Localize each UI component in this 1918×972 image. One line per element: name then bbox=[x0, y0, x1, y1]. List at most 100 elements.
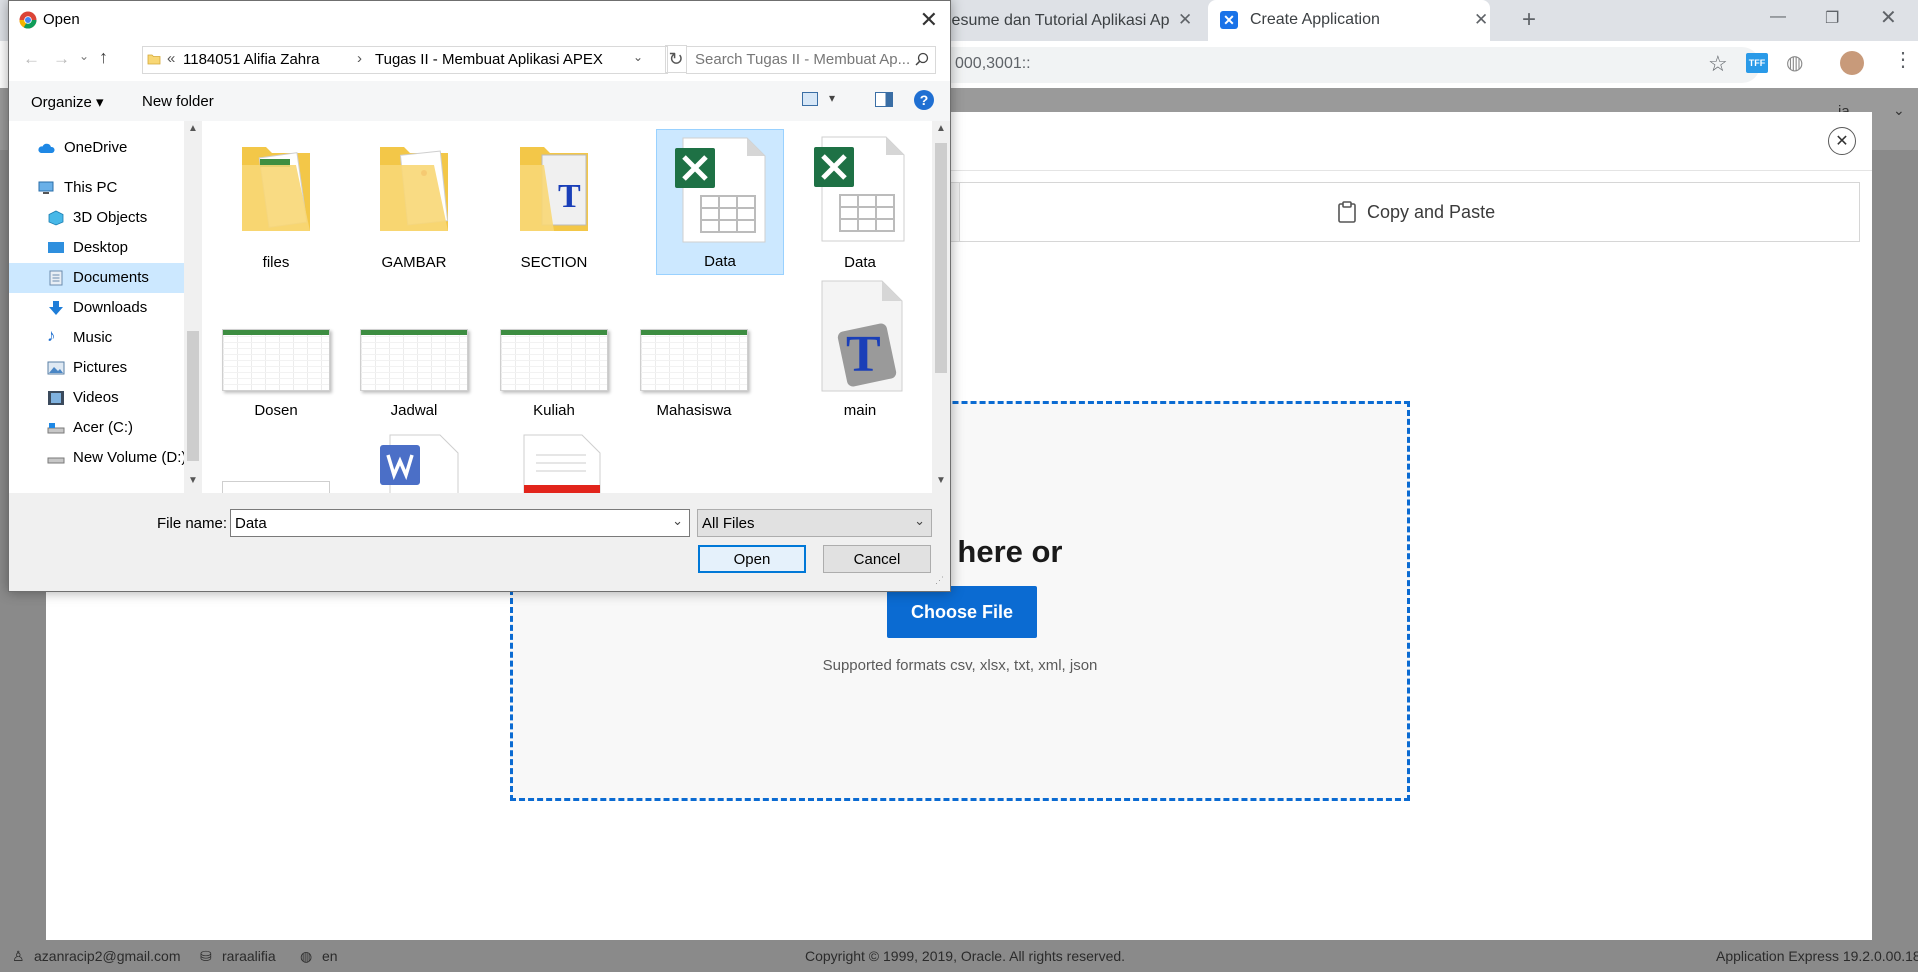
file-item-folder[interactable]: GAMBAR bbox=[350, 129, 478, 275]
close-icon[interactable]: ✕ bbox=[1178, 10, 1192, 30]
nav-item-music[interactable]: ♪ Music bbox=[9, 323, 184, 353]
folder-icon bbox=[380, 147, 449, 231]
browser-tab-resume[interactable]: Resume dan Tutorial Aplikasi Ape ✕ bbox=[940, 0, 1208, 41]
refresh-icon[interactable]: ↻ bbox=[665, 45, 687, 73]
nav-item-this-pc[interactable]: This PC bbox=[9, 173, 184, 203]
breadcrumb-parent[interactable]: 1184051 Alifia Zahra bbox=[183, 51, 320, 68]
star-icon[interactable]: ☆ bbox=[1708, 51, 1728, 77]
chevron-down-icon[interactable]: ⌄ bbox=[633, 50, 643, 64]
nav-label: This PC bbox=[64, 179, 118, 196]
dialog-footer: File name: Data ⌄ All Files ⌄ Open Cance… bbox=[9, 493, 950, 591]
minimize-icon[interactable]: — bbox=[1770, 8, 1786, 26]
nav-item-desktop[interactable]: Desktop bbox=[9, 233, 184, 263]
nav-label: Music bbox=[73, 329, 113, 346]
spreadsheet-thumbnail-icon bbox=[640, 329, 748, 391]
download-icon bbox=[49, 301, 63, 315]
scroll-up-icon[interactable]: ▲ bbox=[188, 123, 198, 134]
view-options-icon[interactable] bbox=[802, 92, 818, 106]
tab-copy-and-paste[interactable]: Copy and Paste bbox=[1337, 201, 1495, 223]
file-name-input[interactable]: Data ⌄ bbox=[230, 509, 690, 537]
up-arrow-icon[interactable]: ↑ bbox=[99, 47, 108, 68]
chevron-down-icon[interactable]: ▾ bbox=[829, 91, 835, 105]
search-placeholder: Search Tugas II - Membuat Ap... bbox=[695, 51, 911, 68]
search-icon bbox=[915, 52, 929, 66]
organize-label: Organize bbox=[31, 94, 92, 111]
file-name-value: Data bbox=[235, 515, 267, 532]
chevron-down-icon[interactable]: ⌄ bbox=[79, 49, 89, 63]
svg-text:T: T bbox=[846, 326, 881, 383]
nav-item-documents[interactable]: Documents bbox=[9, 263, 184, 293]
file-type-select[interactable]: All Files ⌄ bbox=[697, 509, 932, 537]
profile-avatar[interactable] bbox=[1840, 51, 1864, 75]
close-tab-icon[interactable]: ✕ bbox=[1474, 10, 1488, 30]
scrollbar-thumb[interactable] bbox=[187, 331, 199, 461]
file-list: files GAMBAR T SECTION Data Data Dosen J… bbox=[202, 121, 937, 493]
tab-label: Copy and Paste bbox=[1367, 201, 1496, 222]
file-item-spreadsheet[interactable]: Dosen bbox=[212, 277, 340, 423]
breadcrumb-current[interactable]: Tugas II - Membuat Aplikasi APEX bbox=[375, 51, 603, 68]
word-file-icon[interactable] bbox=[378, 433, 462, 493]
help-icon[interactable]: ? bbox=[914, 90, 934, 110]
nav-item-videos[interactable]: Videos bbox=[9, 383, 184, 413]
nav-item-acer-c[interactable]: Acer (C:) bbox=[9, 413, 184, 443]
file-item-folder[interactable]: T SECTION bbox=[490, 129, 618, 275]
file-item-excel[interactable]: Data bbox=[796, 129, 924, 275]
search-input[interactable]: Search Tugas II - Membuat Ap... bbox=[686, 46, 936, 74]
chrome-logo-icon bbox=[19, 11, 37, 29]
close-button[interactable]: ✕ bbox=[1828, 127, 1856, 155]
close-icon[interactable]: ✕ bbox=[920, 7, 938, 33]
spreadsheet-thumbnail-icon[interactable] bbox=[222, 481, 330, 493]
breadcrumb-overflow[interactable]: « bbox=[167, 50, 175, 67]
file-item-spreadsheet[interactable]: Mahasiswa bbox=[630, 277, 758, 423]
back-arrow-icon[interactable]: ← bbox=[23, 49, 40, 69]
close-window-icon[interactable]: ✕ bbox=[1880, 5, 1897, 30]
nav-item-3d-objects[interactable]: 3D Objects bbox=[9, 203, 184, 233]
cancel-button[interactable]: Cancel bbox=[823, 545, 931, 573]
scroll-down-icon[interactable]: ▼ bbox=[936, 475, 946, 486]
footer-version: Application Express 19.2.0.00.18 bbox=[1716, 948, 1918, 964]
preview-pane-icon[interactable] bbox=[875, 92, 893, 107]
chevron-down-icon[interactable]: ⌄ bbox=[1893, 102, 1905, 119]
file-name: Dosen bbox=[254, 402, 298, 419]
apex-favicon-icon: ✕ bbox=[1220, 11, 1238, 29]
address-text: 000,3001:: bbox=[955, 55, 1031, 72]
file-item-excel-selected[interactable]: Data bbox=[656, 129, 784, 275]
new-tab-icon[interactable]: + bbox=[1522, 6, 1536, 34]
organize-button[interactable]: Organize ▾ bbox=[31, 93, 104, 111]
choose-file-button[interactable]: Choose File bbox=[887, 586, 1037, 638]
menu-dots-icon[interactable]: ⋮ bbox=[1893, 47, 1913, 72]
open-button[interactable]: Open bbox=[698, 545, 806, 573]
resize-grip-icon[interactable]: ⋰ bbox=[935, 575, 944, 586]
scroll-down-icon[interactable]: ▼ bbox=[188, 475, 198, 486]
scrollbar-thumb[interactable] bbox=[935, 143, 947, 373]
file-list-scrollbar[interactable]: ▲ ▼ bbox=[932, 121, 950, 493]
restore-icon[interactable]: ❐ bbox=[1825, 8, 1839, 28]
footer-user: azanracip2@gmail.com bbox=[34, 948, 181, 964]
dialog-titlebar: Open ✕ bbox=[9, 1, 950, 39]
chevron-down-icon: ⌄ bbox=[914, 513, 925, 528]
file-item-spreadsheet[interactable]: Jadwal bbox=[350, 277, 478, 423]
nav-item-new-volume-d[interactable]: New Volume (D:) bbox=[9, 443, 184, 473]
nav-item-downloads[interactable]: Downloads bbox=[9, 293, 184, 323]
chevron-right-icon: › bbox=[357, 50, 362, 67]
forward-arrow-icon[interactable]: → bbox=[53, 49, 70, 69]
chevron-down-icon[interactable]: ⌄ bbox=[672, 513, 683, 529]
address-breadcrumb[interactable]: « 1184051 Alifia Zahra › Tugas II - Memb… bbox=[142, 46, 668, 74]
nav-item-onedrive[interactable]: OneDrive bbox=[9, 133, 184, 163]
document-icon bbox=[49, 270, 63, 286]
browser-tab-create-application[interactable]: ✕ Create Application bbox=[1208, 0, 1490, 41]
nav-label: Documents bbox=[73, 269, 149, 286]
file-item-folder[interactable]: files bbox=[212, 129, 340, 275]
nav-item-pictures[interactable]: Pictures bbox=[9, 353, 184, 383]
pdf-file-icon[interactable] bbox=[520, 433, 604, 493]
extension-icon[interactable]: TFF bbox=[1746, 53, 1768, 73]
new-folder-button[interactable]: New folder bbox=[142, 93, 214, 110]
file-item-spreadsheet[interactable]: Kuliah bbox=[490, 277, 618, 423]
globe-icon[interactable]: ◍ bbox=[1786, 50, 1803, 75]
excel-file-icon bbox=[814, 136, 905, 242]
file-name: Jadwal bbox=[390, 402, 438, 419]
scroll-up-icon[interactable]: ▲ bbox=[936, 123, 946, 134]
nav-label: OneDrive bbox=[64, 139, 128, 156]
file-item-tex[interactable]: T main bbox=[796, 277, 924, 423]
nav-pane-scrollbar[interactable]: ▲ ▼ bbox=[184, 121, 202, 493]
